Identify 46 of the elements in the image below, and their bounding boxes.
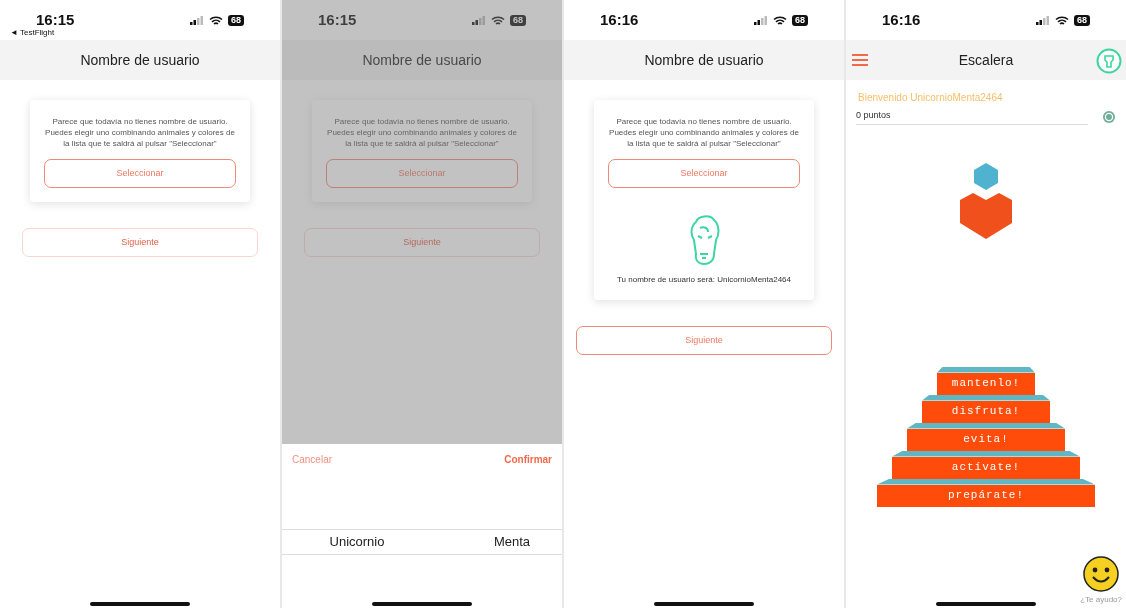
help-text[interactable]: ¿Te ayudo? xyxy=(1080,594,1122,606)
welcome-text: Bienvenido UnicornioMenta2464 xyxy=(858,91,1004,105)
step-label: prepárate! xyxy=(877,484,1095,507)
step-label: disfruta! xyxy=(922,400,1050,423)
status-time: 16:15 xyxy=(36,12,75,27)
ring-icon xyxy=(1102,109,1116,124)
wifi-icon xyxy=(209,15,223,26)
select-button[interactable]: Seleccionar xyxy=(44,159,236,188)
select-button[interactable]: Seleccionar xyxy=(326,159,518,188)
wifi-icon xyxy=(491,15,505,26)
status-time: 16:16 xyxy=(882,12,921,27)
screen-title: Escalera xyxy=(958,50,1014,70)
screen-title: Nombre de usuario xyxy=(362,50,482,70)
status-time: 16:16 xyxy=(600,12,639,27)
battery-indicator: 68 xyxy=(792,15,808,26)
username-preview: Tu nombre de usuario será: UnicornioMenta2464 xyxy=(616,274,792,286)
signal-icon xyxy=(190,16,204,25)
confirm-button[interactable]: Confirmar xyxy=(504,452,552,467)
step-label: actívate! xyxy=(892,456,1080,479)
menu-icon[interactable] xyxy=(852,54,868,66)
hexagons-icon xyxy=(960,162,1012,239)
next-button[interactable]: Siguiente xyxy=(576,326,832,355)
info-message: Parece que todavía no tienes nombre de usuario. Puedes elegir uno combinando animales y colores de la lista que te saldrá al pulsar "Seleccionar" xyxy=(608,116,800,149)
signal-icon xyxy=(1036,16,1050,25)
screen-title: Nombre de usuario xyxy=(644,50,764,70)
info-message: Parece que todavía no tienes nombre de usuario. Puedes elegir uno combinando animales y colores de la lista que te saldrá al pulsar "Seleccionar" xyxy=(326,116,518,149)
round-badge-icon[interactable] xyxy=(1096,48,1122,74)
screen-title: Nombre de usuario xyxy=(80,50,200,70)
status-time: 16:15 xyxy=(318,12,357,27)
step-label: evita! xyxy=(907,428,1065,451)
smiley-icon[interactable] xyxy=(1083,556,1120,592)
step-label: mantenlo! xyxy=(937,372,1035,395)
signal-icon xyxy=(472,16,486,25)
wifi-icon xyxy=(773,15,787,26)
cancel-button[interactable]: Cancelar xyxy=(292,452,333,467)
picker-option[interactable]: Menta xyxy=(422,532,562,552)
battery-indicator: 68 xyxy=(510,15,526,26)
points-text: 0 puntos xyxy=(856,109,1088,125)
select-button[interactable]: Seleccionar xyxy=(608,159,800,188)
back-link[interactable]: ◄ TestFlight xyxy=(10,29,75,37)
wifi-icon xyxy=(1055,15,1069,26)
battery-indicator: 68 xyxy=(1074,15,1090,26)
signal-icon xyxy=(754,16,768,25)
battery-indicator: 68 xyxy=(228,15,244,26)
picker-option[interactable]: Unicornio xyxy=(282,532,422,552)
info-message: Parece que todavía no tienes nombre de usuario. Puedes elegir uno combinando animales y colores de la lista que te saldrá al pulsar "Seleccionar" xyxy=(44,116,236,149)
